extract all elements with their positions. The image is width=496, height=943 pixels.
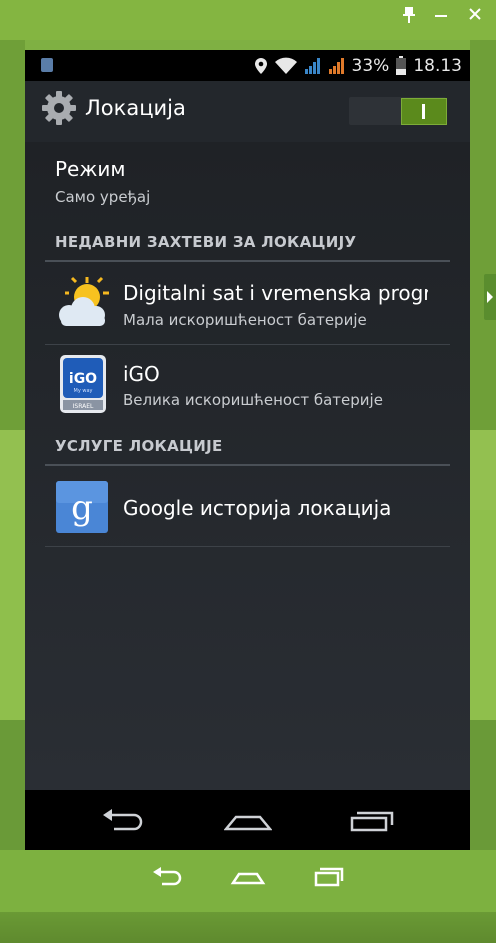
igo-usage: Велика искоришћеност батерије (123, 391, 383, 409)
item-divider (45, 344, 450, 345)
mode-value: Само уређај (55, 188, 151, 206)
google-g-icon: g (55, 480, 109, 534)
notification-icon (41, 58, 53, 72)
igo-title: iGO (123, 362, 160, 386)
emulator-title-bar (0, 0, 496, 40)
expand-side-panel-button[interactable] (484, 274, 496, 320)
phone-screen: 33% 18.13 Локација Режим Само уређај НЕД… (25, 50, 470, 850)
weather-app-title: Digitalni sat i vremenska progr (123, 281, 428, 305)
home-icon[interactable] (223, 805, 273, 837)
back-icon[interactable] (100, 805, 148, 837)
signal-sim1-icon (304, 57, 322, 75)
location-services-header: УСЛУГЕ ЛОКАЦИЈЕ (55, 437, 223, 455)
signal-sim2-icon (328, 57, 346, 75)
emulator-back-icon[interactable] (150, 862, 186, 892)
page-title: Локација (85, 96, 186, 120)
minimize-icon[interactable] (430, 6, 452, 30)
recent-requests-header: НЕДАВНИ ЗАХТЕВИ ЗА ЛОКАЦИЈУ (55, 233, 357, 251)
battery-percent: 33% (351, 55, 390, 76)
battery-icon (395, 55, 407, 76)
weather-sun-cloud-icon (55, 275, 109, 329)
close-icon[interactable] (464, 6, 486, 30)
status-bar: 33% 18.13 (25, 50, 470, 81)
emulator-frame-left (0, 40, 25, 943)
location-pin-icon (254, 57, 268, 75)
item-divider (45, 546, 450, 547)
emulator-frame-strip (0, 912, 496, 943)
pin-icon[interactable] (398, 6, 420, 30)
svg-text:iGO: iGO (69, 371, 97, 387)
navigation-bar (25, 790, 470, 850)
section-divider (45, 464, 450, 466)
settings-gear-icon[interactable] (41, 90, 77, 126)
emulator-recents-icon[interactable] (312, 862, 348, 892)
mode-title: Режим (55, 157, 126, 181)
section-divider (45, 260, 450, 262)
weather-app-usage: Мала искоришћеност батерије (123, 311, 367, 329)
recent-apps-icon[interactable] (348, 805, 396, 837)
svg-text:ISRAEL: ISRAEL (73, 403, 94, 410)
location-switch-thumb[interactable] (401, 98, 447, 125)
wifi-icon (274, 57, 298, 75)
igo-app-icon: iGO My way ISRAEL (59, 354, 107, 414)
emulator-home-icon[interactable] (230, 862, 266, 892)
clock: 18.13 (413, 55, 462, 76)
emulator-frame-right (470, 40, 496, 943)
google-location-history-title: Google историја локација (123, 496, 392, 520)
svg-text:My way: My way (74, 388, 93, 394)
svg-text:g: g (71, 488, 93, 528)
